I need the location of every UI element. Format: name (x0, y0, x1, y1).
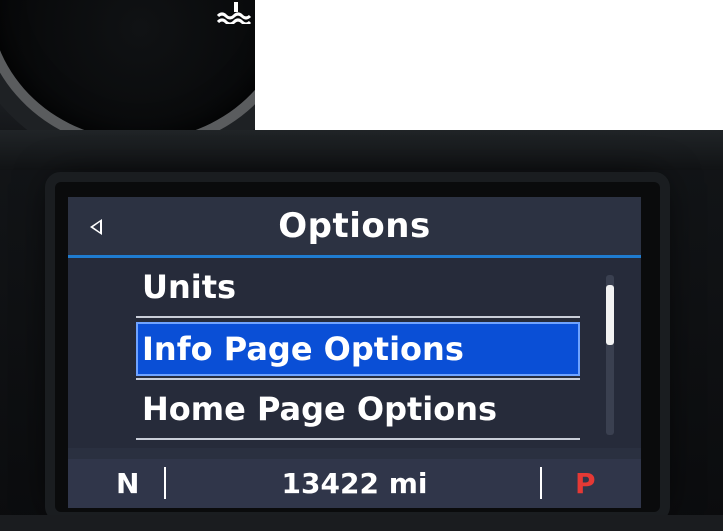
menu-divider (136, 438, 580, 440)
menu-divider (136, 378, 580, 380)
menu-item-label: Info Page Options (142, 330, 464, 368)
screen-header: Options (68, 197, 641, 258)
lower-dash-trim (0, 515, 723, 531)
instrument-cluster: Options Units Info Page Options Home Pag… (0, 0, 723, 531)
park-indicator: P (575, 467, 596, 500)
menu-divider (136, 316, 580, 318)
driver-info-display: Options Units Info Page Options Home Pag… (68, 197, 641, 508)
menu-scrollbar[interactable] (606, 275, 614, 435)
odometer-reading: 13422 mi (281, 467, 428, 500)
scrollbar-thumb[interactable] (606, 285, 614, 345)
status-divider (540, 467, 542, 499)
dash-bezel (0, 130, 723, 170)
menu-item-info-page-options[interactable]: Info Page Options (136, 322, 580, 380)
menu-item-units[interactable]: Units (136, 260, 580, 318)
menu-item-home-page-options[interactable]: Home Page Options (136, 382, 580, 440)
options-menu: Units Info Page Options Home Page Option… (68, 258, 641, 448)
status-bar: N 13422 mi P (68, 459, 641, 508)
blank-overlay (255, 0, 723, 130)
coolant-temperature-icon (216, 2, 256, 26)
page-title: Options (278, 206, 431, 246)
menu-item-label: Units (142, 268, 237, 306)
menu-item-label: Home Page Options (142, 390, 498, 428)
